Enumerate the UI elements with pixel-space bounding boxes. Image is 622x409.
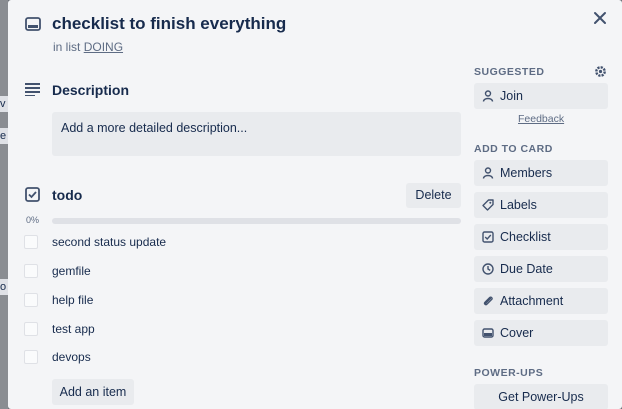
- person-icon: [482, 90, 494, 102]
- join-button[interactable]: Join: [474, 83, 608, 109]
- attachment-label: Attachment: [500, 294, 564, 308]
- in-list-prefix: in list: [53, 40, 81, 54]
- add-to-card-heading: ADD TO CARD: [474, 143, 553, 155]
- cover-icon: [482, 328, 494, 338]
- members-label: Members: [500, 166, 553, 180]
- due-date-button[interactable]: Due Date: [474, 256, 608, 282]
- join-label: Join: [500, 89, 523, 103]
- card-icon: [25, 17, 41, 31]
- close-icon[interactable]: [592, 10, 608, 26]
- checklist-item[interactable]: gemfile: [24, 261, 464, 281]
- paperclip-icon: [483, 296, 493, 306]
- clock-icon: [482, 263, 494, 275]
- checklist-item[interactable]: help file: [24, 290, 464, 310]
- attachment-button[interactable]: Attachment: [474, 288, 608, 314]
- checklist-title[interactable]: todo: [52, 187, 82, 203]
- labels-button[interactable]: Labels: [474, 192, 608, 218]
- checklist-item-text[interactable]: help file: [52, 293, 93, 307]
- checklist-item[interactable]: test app: [24, 319, 464, 339]
- description-heading: Description: [52, 82, 130, 98]
- powerups-heading: POWER-UPS: [474, 367, 544, 379]
- board-background: [0, 0, 8, 409]
- get-powerups-button[interactable]: Get Power-Ups: [474, 384, 608, 409]
- checklist-item-text[interactable]: second status update: [52, 235, 166, 249]
- checkbox[interactable]: [24, 264, 38, 278]
- description-input[interactable]: Add a more detailed description...: [52, 112, 461, 156]
- progress-percent: 0%: [26, 215, 40, 225]
- background-list-fragment: e: [0, 128, 8, 144]
- checkbox[interactable]: [24, 293, 38, 307]
- tag-icon: [482, 199, 494, 211]
- checkbox[interactable]: [24, 235, 38, 249]
- checklist-button[interactable]: Checklist: [474, 224, 608, 250]
- checklist-progress-bar: [52, 218, 461, 224]
- checklist-item[interactable]: devops: [24, 347, 464, 367]
- background-list-fragment: o: [0, 279, 8, 295]
- due-date-label: Due Date: [500, 262, 553, 276]
- checkbox[interactable]: [24, 350, 38, 364]
- person-icon: [482, 167, 494, 179]
- feedback-link[interactable]: Feedback: [518, 113, 564, 125]
- checklist-item[interactable]: second status update: [24, 232, 464, 252]
- checklist-icon: [482, 231, 494, 243]
- labels-label: Labels: [500, 198, 537, 212]
- list-link[interactable]: DOING: [84, 40, 123, 54]
- cover-label: Cover: [500, 326, 534, 340]
- cover-button[interactable]: Cover: [474, 320, 608, 346]
- checklist-item-text[interactable]: gemfile: [52, 264, 91, 278]
- background-list-fragment: v: [0, 96, 8, 112]
- gear-icon[interactable]: [594, 65, 607, 78]
- checklist-item-text[interactable]: test app: [52, 322, 95, 336]
- checklist-icon: [25, 187, 40, 202]
- card-list-info: in list DOING: [53, 40, 123, 54]
- suggested-heading: SUGGESTED: [474, 66, 545, 78]
- checklist-item-text[interactable]: devops: [52, 350, 91, 364]
- members-button[interactable]: Members: [474, 160, 608, 186]
- checkbox[interactable]: [24, 322, 38, 336]
- delete-checklist-button[interactable]: Delete: [406, 183, 461, 208]
- card-detail-modal: checklist to finish everything in list D…: [8, 0, 622, 409]
- description-icon: [25, 83, 40, 96]
- checklist-label: Checklist: [500, 230, 551, 244]
- add-item-button[interactable]: Add an item: [52, 379, 134, 405]
- card-title[interactable]: checklist to finish everything: [52, 14, 286, 34]
